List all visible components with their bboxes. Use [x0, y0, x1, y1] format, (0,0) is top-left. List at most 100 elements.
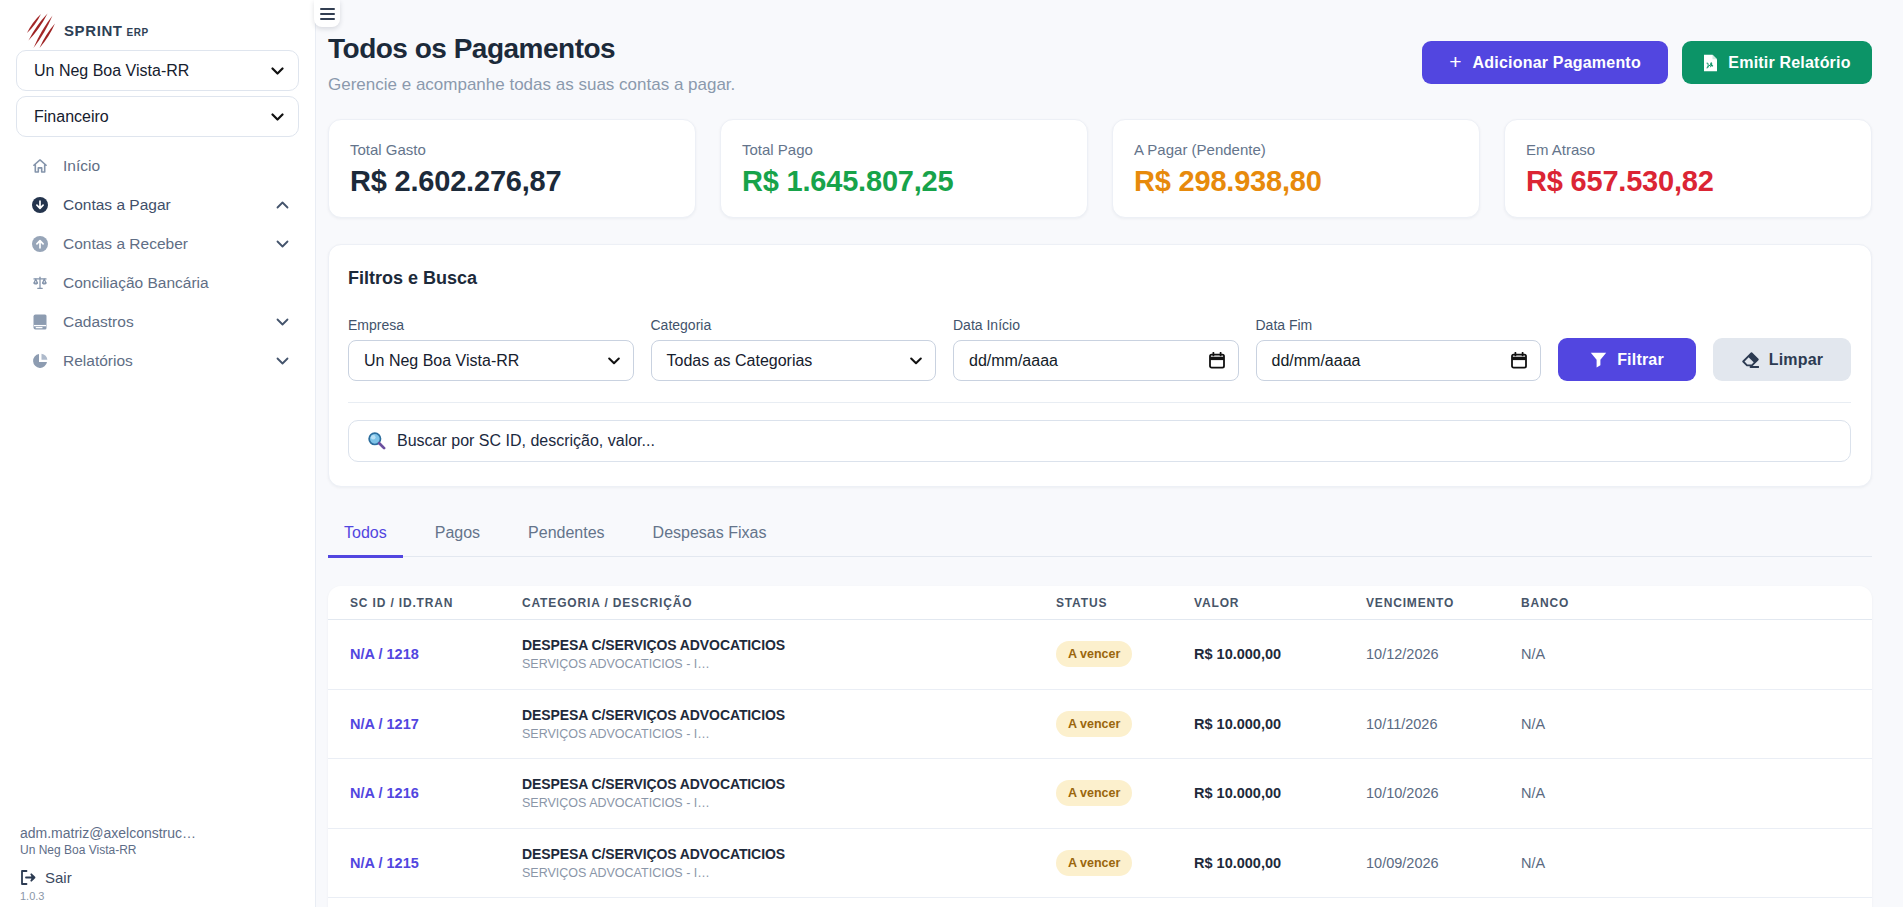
sidebar-item-contas-a-receber[interactable]: Contas a Receber: [0, 224, 315, 263]
cell-sc-id[interactable]: N/A / 1217: [350, 716, 522, 732]
filters-row: Empresa Un Neg Boa Vista-RR Categoria To…: [348, 317, 1851, 381]
app-root: SPRINT ERP Un Neg Boa Vista-RR Financeiro…: [0, 0, 1903, 907]
stat-value: R$ 298.938,80: [1134, 165, 1457, 198]
search-input[interactable]: [348, 420, 1851, 462]
brand-name: SPRINT: [64, 22, 123, 39]
sidebar-item-contas-a-pagar[interactable]: Contas a Pagar: [0, 185, 315, 224]
calendar-icon: [1209, 352, 1225, 369]
chevron-up-icon: [276, 201, 289, 209]
chevron-down-icon: [910, 357, 922, 365]
categoria-label: Categoria: [651, 317, 937, 333]
table-row[interactable]: N/A / 1218 DESPESA C/SERVIÇOS ADVOCATICI…: [328, 620, 1872, 690]
chevron-down-icon: [271, 67, 284, 75]
main-content: Todos os Pagamentos Gerencie e acompanhe…: [316, 0, 1903, 907]
column-header-sc-id: SC ID / ID.TRAN: [350, 596, 522, 610]
sidebar-item-label: Início: [63, 157, 289, 175]
page-title: Todos os Pagamentos: [328, 33, 735, 65]
empresa-label: Empresa: [348, 317, 634, 333]
company-select-value: Un Neg Boa Vista-RR: [34, 62, 189, 80]
scale-icon: [32, 275, 48, 291]
cell-vencimento: 10/09/2026: [1366, 855, 1521, 871]
cell-banco: N/A: [1521, 855, 1872, 871]
sidebar-item-label: Contas a Receber: [63, 235, 276, 253]
eraser-icon: [1741, 352, 1759, 368]
sidebar-item-cadastros[interactable]: Cadastros: [0, 302, 315, 341]
category-title: DESPESA C/SERVIÇOS ADVOCATICIOS: [522, 637, 1056, 653]
sidebar-item-label: Cadastros: [63, 313, 276, 331]
table-row[interactable]: N/A / 1217 DESPESA C/SERVIÇOS ADVOCATICI…: [328, 690, 1872, 760]
data-fim-label: Data Fim: [1256, 317, 1542, 333]
stat-label: Total Pago: [742, 141, 1065, 158]
home-icon: [32, 158, 48, 174]
sidebar-item-inicio[interactable]: Início: [0, 146, 315, 185]
column-header-vencimento: VENCIMENTO: [1366, 596, 1521, 610]
category-description: SERVIÇOS ADVOCATICIOS - I…: [522, 796, 1056, 810]
empresa-select[interactable]: Un Neg Boa Vista-RR: [348, 340, 634, 381]
search-icon: [367, 431, 386, 450]
sidebar-item-conciliacao-bancaria[interactable]: Conciliação Bancária: [0, 263, 315, 302]
category-title: DESPESA C/SERVIÇOS ADVOCATICIOS: [522, 846, 1056, 862]
data-inicio-label: Data Início: [953, 317, 1239, 333]
emit-report-button[interactable]: Emitir Relatório: [1682, 41, 1872, 84]
app-version: 1.0.3: [20, 890, 299, 902]
chevron-down-icon: [271, 113, 284, 121]
cell-categoria: DESPESA C/SERVIÇOS ADVOCATICIOS SERVIÇOS…: [522, 776, 1056, 810]
sidebar-item-label: Contas a Pagar: [63, 196, 276, 214]
book-icon: [32, 314, 48, 330]
category-description: SERVIÇOS ADVOCATICIOS - I…: [522, 657, 1056, 671]
column-header-status: STATUS: [1056, 596, 1194, 610]
user-company: Un Neg Boa Vista-RR: [20, 844, 299, 857]
status-badge: A vencer: [1056, 850, 1132, 876]
cell-banco: N/A: [1521, 646, 1872, 662]
stat-label: A Pagar (Pendente): [1134, 141, 1457, 158]
cell-banco: N/A: [1521, 785, 1872, 801]
tab-todos[interactable]: Todos: [328, 524, 403, 558]
funnel-icon: [1590, 352, 1607, 368]
table-header-row: SC ID / ID.TRAN CATEGORIA / DESCRIÇÃO ST…: [328, 586, 1872, 620]
pie-chart-icon: [32, 353, 48, 369]
categoria-select[interactable]: Todas as Categorias: [651, 340, 937, 381]
arrow-down-circle-icon: [32, 197, 48, 213]
table-row[interactable]: N/A / 1216 DESPESA C/SERVIÇOS ADVOCATICI…: [328, 759, 1872, 829]
filtrar-button[interactable]: Filtrar: [1558, 338, 1696, 381]
tab-pendentes[interactable]: Pendentes: [512, 524, 621, 558]
data-fim-value: dd/mm/aaaa: [1272, 352, 1361, 370]
filters-card: Filtros e Busca Empresa Un Neg Boa Vista…: [328, 244, 1872, 487]
table-row[interactable]: N/A / 1215 DESPESA C/SERVIÇOS ADVOCATICI…: [328, 829, 1872, 899]
cell-banco: N/A: [1521, 716, 1872, 732]
user-block: adm.matriz@axelconstruc… Un Neg Boa Vist…: [0, 826, 315, 907]
stat-card-a-pagar: A Pagar (Pendente) R$ 298.938,80: [1112, 119, 1480, 218]
filters-title: Filtros e Busca: [348, 268, 1851, 289]
category-description: SERVIÇOS ADVOCATICIOS - I…: [522, 866, 1056, 880]
cell-sc-id[interactable]: N/A / 1216: [350, 785, 522, 801]
add-payment-button[interactable]: + Adicionar Pagamento: [1422, 41, 1668, 84]
tab-despesas-fixas[interactable]: Despesas Fixas: [637, 524, 783, 558]
sidebar: SPRINT ERP Un Neg Boa Vista-RR Financeiro…: [0, 0, 316, 907]
tab-pagos[interactable]: Pagos: [419, 524, 496, 558]
cell-categoria: DESPESA C/SERVIÇOS ADVOCATICIOS SERVIÇOS…: [522, 637, 1056, 671]
chevron-down-icon: [276, 357, 289, 365]
brand-suffix: ERP: [127, 27, 149, 38]
filters-divider: [348, 402, 1851, 403]
limpar-button[interactable]: Limpar: [1713, 338, 1851, 381]
cell-sc-id[interactable]: N/A / 1218: [350, 646, 522, 662]
sidebar-toggle-button[interactable]: [314, 0, 340, 27]
sidebar-menu: Início Contas a Pagar Contas a Receber: [0, 146, 315, 380]
cell-sc-id[interactable]: N/A / 1215: [350, 855, 522, 871]
data-fim-input[interactable]: dd/mm/aaaa: [1256, 340, 1542, 381]
stat-value: R$ 657.530,82: [1526, 165, 1849, 198]
cell-categoria: DESPESA C/SERVIÇOS ADVOCATICIOS SERVIÇOS…: [522, 846, 1056, 880]
cell-valor: R$ 10.000,00: [1194, 716, 1366, 732]
stat-value: R$ 1.645.807,25: [742, 165, 1065, 198]
logout-label: Sair: [45, 869, 72, 886]
module-select[interactable]: Financeiro: [16, 96, 299, 137]
data-inicio-value: dd/mm/aaaa: [969, 352, 1058, 370]
stat-card-total-gasto: Total Gasto R$ 2.602.276,87: [328, 119, 696, 218]
chevron-down-icon: [276, 240, 289, 248]
logout-button[interactable]: Sair: [20, 869, 299, 885]
cell-categoria: DESPESA C/SERVIÇOS ADVOCATICIOS SERVIÇOS…: [522, 707, 1056, 741]
brand-logo-icon: [25, 13, 56, 49]
data-inicio-input[interactable]: dd/mm/aaaa: [953, 340, 1239, 381]
company-select[interactable]: Un Neg Boa Vista-RR: [16, 50, 299, 91]
sidebar-item-relatorios[interactable]: Relatórios: [0, 341, 315, 380]
